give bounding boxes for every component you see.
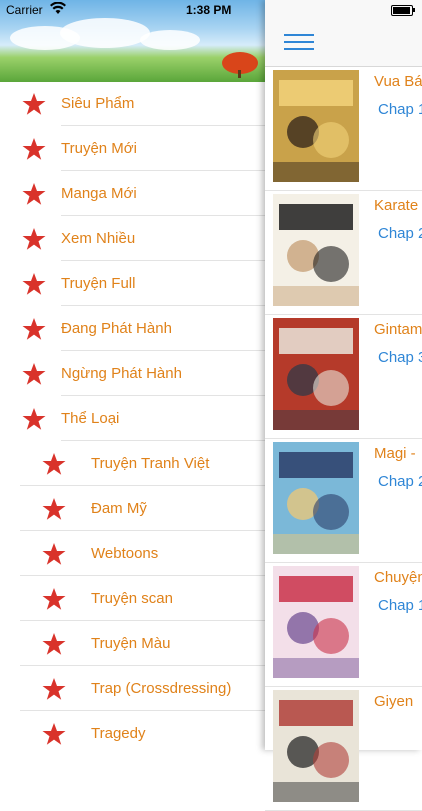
chapter-label: Chap 2 [378, 473, 422, 490]
menu-item-label: Truyện Màu [91, 635, 171, 652]
manga-row[interactable]: Vua Bá Chap 1 [265, 67, 422, 191]
star-icon [42, 722, 66, 746]
menu-item-label: Webtoons [91, 545, 159, 562]
manga-title: Karate [374, 197, 419, 214]
chapter-label: Chap 2 [378, 225, 422, 242]
star-icon [22, 362, 46, 386]
status-bar: Carrier 1:38 PM [0, 0, 422, 20]
manga-row[interactable]: Chuyện Chap 1 [265, 563, 422, 687]
menu-item[interactable]: Truyện Tranh Việt [0, 442, 265, 486]
star-icon [22, 272, 46, 296]
menu-item[interactable]: Truyện scan [0, 577, 265, 621]
chapter-label: Chap 1 [378, 101, 422, 118]
menu-item-label: Manga Mới [61, 185, 137, 202]
side-menu: Siêu Phẩm Truyện Mới Manga Mới Xem Nhiều Tru… [0, 0, 265, 750]
manga-row[interactable]: Giyen [265, 687, 422, 811]
manga-cover-image [273, 194, 359, 306]
manga-row[interactable]: Magi - Chap 2 [265, 439, 422, 563]
star-icon [22, 407, 46, 431]
menu-icon[interactable] [284, 34, 314, 52]
manga-cover-image [273, 566, 359, 678]
menu-item[interactable]: Trap (Crossdressing) [0, 667, 265, 711]
menu-item[interactable]: Truyện Mới [0, 127, 265, 171]
menu-item-label: Siêu Phẩm [61, 95, 135, 112]
menu-item-label: Ngừng Phát Hành [61, 365, 182, 382]
menu-item-label: Đam Mỹ [91, 500, 147, 517]
menu-item-label: Truyện scan [91, 590, 173, 607]
manga-title: Chuyện [374, 569, 422, 586]
menu-item[interactable]: Xem Nhiều [0, 217, 265, 261]
star-icon [42, 542, 66, 566]
menu-item[interactable]: Đang Phát Hành [0, 307, 265, 351]
menu-item[interactable]: Thể Loại [0, 397, 265, 441]
menu-item-label: Truyện Mới [61, 140, 137, 157]
star-icon [22, 137, 46, 161]
battery-icon [391, 5, 413, 16]
manga-row[interactable]: Karate Chap 2 [265, 191, 422, 315]
carrier-label: Carrier [6, 3, 43, 17]
menu-item[interactable]: Siêu Phẩm [0, 82, 265, 126]
menu-item-label: Tragedy [91, 725, 146, 742]
menu-item[interactable]: Tragedy [0, 712, 265, 750]
menu-item-label: Thể Loại [61, 410, 120, 427]
clock: 1:38 PM [186, 3, 232, 17]
manga-title: Vua Bá [374, 73, 422, 90]
manga-cover-image [273, 442, 359, 554]
manga-cover-image [273, 690, 359, 802]
star-icon [42, 497, 66, 521]
star-icon [42, 452, 66, 476]
menu-item[interactable]: Truyện Full [0, 262, 265, 306]
manga-cover-image [273, 70, 359, 182]
star-icon [42, 587, 66, 611]
menu-item[interactable]: Truyện Màu [0, 622, 265, 666]
menu-item-label: Truyện Tranh Việt [91, 455, 210, 472]
menu-item[interactable]: Webtoons [0, 532, 265, 576]
star-icon [22, 317, 46, 341]
manga-title: Giyen [374, 693, 414, 710]
manga-row[interactable]: Gintam Chap 3 [265, 315, 422, 439]
menu-item[interactable]: Đam Mỹ [0, 487, 265, 531]
star-icon [22, 182, 46, 206]
star-icon [22, 227, 46, 251]
manga-cover-image [273, 318, 359, 430]
chapter-label: Chap 1 [378, 597, 422, 614]
menu-item[interactable]: Manga Mới [0, 172, 265, 216]
content-panel: Vua Bá Chap 1 Karate Chap 2 Gintam Chap … [265, 0, 422, 811]
menu-item-label: Truyện Full [61, 275, 136, 292]
star-icon [22, 92, 46, 116]
manga-title: Magi - [374, 445, 416, 462]
chapter-label: Chap 3 [378, 349, 422, 366]
star-icon [42, 677, 66, 701]
menu-item[interactable]: Ngừng Phát Hành [0, 352, 265, 396]
star-icon [42, 632, 66, 656]
menu-item-label: Trap (Crossdressing) [91, 680, 232, 697]
manga-title: Gintam [374, 321, 422, 338]
menu-item-label: Xem Nhiều [61, 230, 136, 247]
menu-item-label: Đang Phát Hành [61, 320, 172, 337]
wifi-icon [50, 1, 66, 19]
